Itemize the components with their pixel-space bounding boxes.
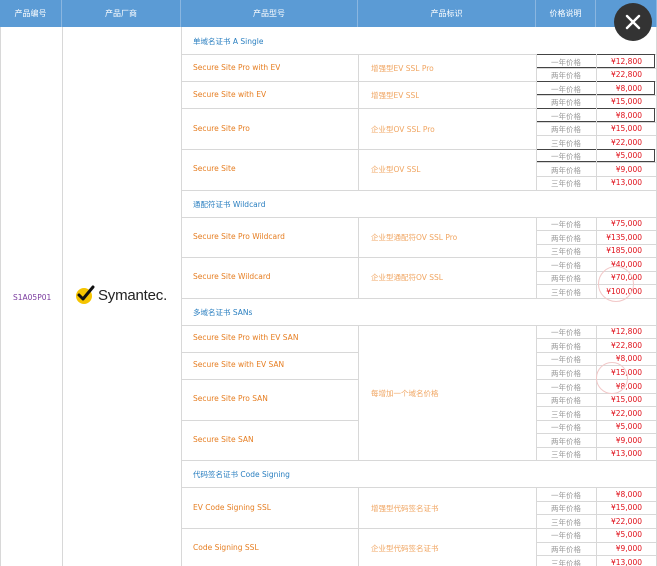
section-title: 多域名证书 SANs	[193, 307, 253, 317]
section-title: 单域名证书 A Single	[193, 37, 264, 46]
price-value: ¥13,000	[610, 449, 642, 459]
price-value: ¥22,000	[610, 408, 642, 418]
price-value: ¥9,000	[615, 164, 642, 174]
price-term: 两年价格	[551, 545, 581, 554]
price-term: 两年价格	[551, 274, 581, 284]
price-value: ¥8,000	[615, 489, 642, 499]
product-mark: 增强型EV SSL Pro	[371, 63, 434, 73]
product-name: Code Signing SSL	[193, 543, 259, 553]
header-mark: 产品标识	[358, 0, 536, 27]
product-name: Secure Site Pro with EV SAN	[193, 333, 299, 343]
price-term: 一年价格	[551, 490, 581, 500]
product-name: Secure Site Pro SAN	[193, 394, 268, 404]
price-term: 三年价格	[551, 179, 581, 189]
close-icon	[625, 14, 641, 30]
product-id: S1A05P01	[13, 293, 52, 302]
product-mark: 企业型通配符OV SSL	[371, 273, 443, 283]
price-value: ¥15,000	[610, 97, 642, 107]
section-title: 通配符证书 Wildcard	[193, 199, 266, 209]
price-table-page: 产品编号 产品厂商 产品型号 产品标识 价格说明 官 S1A05P01 Syma…	[0, 0, 657, 566]
header-vendor: 产品厂商	[62, 0, 181, 27]
price-value: ¥15,000	[610, 124, 642, 134]
header-price-desc: 价格说明	[536, 0, 596, 27]
product-name: Secure Site SAN	[193, 434, 254, 444]
product-mark: 增强型EV SSL	[371, 90, 420, 100]
product-name: Secure Site Pro with EV	[193, 62, 281, 72]
symantec-logo: Symantec .	[74, 284, 167, 306]
price-value: ¥5,000	[615, 530, 642, 540]
product-name: Secure Site with EV	[193, 89, 267, 99]
close-button[interactable]	[614, 3, 652, 41]
header-model: 产品型号	[181, 0, 358, 27]
price-term: 两年价格	[551, 341, 581, 351]
price-term: 两年价格	[551, 436, 581, 446]
price-term: 三年价格	[551, 138, 581, 148]
header-product-id: 产品编号	[0, 0, 62, 27]
price-term: 一年价格	[551, 531, 581, 541]
price-term: 一年价格	[551, 260, 581, 270]
price-term: 一年价格	[551, 382, 581, 392]
price-value: ¥135,000	[606, 232, 642, 242]
price-value: ¥22,800	[610, 340, 642, 350]
price-term: 一年价格	[551, 328, 581, 338]
price-value: ¥15,000	[610, 503, 642, 513]
price-term: 两年价格	[551, 396, 581, 406]
price-value: ¥9,000	[615, 544, 642, 553]
section-title: 代码签名证书 Code Signing	[193, 470, 290, 480]
price-term: 一年价格	[551, 355, 581, 365]
product-mark: 企业型OV SSL Pro	[371, 124, 435, 134]
vendor-name-mark: .	[163, 286, 168, 304]
price-term: 三年价格	[551, 287, 581, 297]
price-value: ¥15,000	[610, 395, 642, 405]
product-name: Secure Site	[193, 164, 236, 174]
price-value: ¥22,000	[610, 516, 642, 526]
price-term: 一年价格	[551, 423, 581, 433]
price-term: 三年价格	[551, 409, 581, 419]
price-value: ¥22,800	[610, 70, 642, 80]
product-mark: 增强型代码签名证书	[371, 503, 439, 513]
price-value: ¥185,000	[606, 246, 642, 256]
price-term: 三年价格	[551, 450, 581, 460]
product-name: EV Code Signing SSL	[193, 502, 271, 512]
price-term: 两年价格	[551, 125, 581, 135]
product-mark: 企业型OV SSL	[371, 165, 421, 175]
product-name: Secure Site with EV SAN	[193, 360, 285, 370]
price-term: 三年价格	[551, 517, 581, 527]
price-term: 两年价格	[551, 98, 581, 108]
price-term: 两年价格	[551, 71, 581, 81]
symantec-checkmark-icon	[76, 285, 95, 304]
product-name: Secure Site Pro	[193, 123, 250, 133]
product-name: Secure Site Pro Wildcard	[193, 231, 285, 241]
price-term: 两年价格	[551, 165, 581, 175]
product-mark: 企业型代码签名证书	[371, 544, 439, 554]
price-value: ¥12,800	[610, 327, 642, 337]
san-mark: 每增加一个域名价格	[371, 388, 439, 398]
price-term: 两年价格	[551, 368, 581, 378]
price-term: 两年价格	[551, 504, 581, 514]
product-name: Secure Site Wildcard	[193, 272, 271, 282]
price-value: ¥5,000	[615, 422, 642, 432]
product-mark: 企业型通配符OV SSL Pro	[371, 232, 458, 242]
price-term: 两年价格	[551, 233, 581, 243]
price-value: ¥13,000	[610, 178, 642, 188]
vendor-name: Symantec	[98, 286, 164, 304]
price-value: ¥75,000	[610, 219, 642, 228]
price-term: 三年价格	[551, 247, 581, 257]
price-value: ¥13,000	[610, 557, 642, 566]
price-value: ¥22,000	[610, 137, 642, 147]
price-term: 三年价格	[551, 558, 581, 566]
price-term: 一年价格	[551, 220, 581, 229]
price-value: ¥9,000	[615, 435, 642, 445]
